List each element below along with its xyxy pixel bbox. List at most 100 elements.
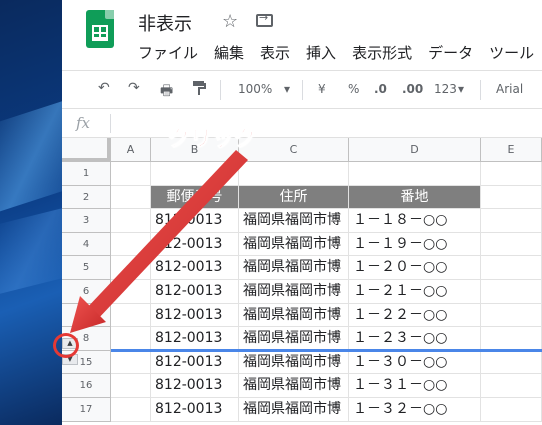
desktop-light-beam <box>0 92 62 218</box>
font-select[interactable]: Arial <box>496 82 523 96</box>
table-cell[interactable] <box>481 398 542 422</box>
table-cell[interactable] <box>481 374 542 398</box>
table-cell[interactable]: 福岡県福岡市博 <box>239 209 349 233</box>
increase-decimal-button[interactable]: .00 <box>402 82 423 96</box>
row-header[interactable]: 16 <box>62 374 111 398</box>
menu-format[interactable]: 表示形式 <box>352 42 412 63</box>
toolbar: ↶ ↷ 🖶 100% ▾ ¥ % .0 .00 123 ▾ Arial <box>62 70 542 108</box>
currency-button[interactable]: ¥ <box>318 82 326 96</box>
table-cell[interactable] <box>481 327 542 351</box>
table-cell[interactable] <box>111 280 151 304</box>
table-cell[interactable]: 福岡県福岡市博 <box>239 280 349 304</box>
table-cell[interactable] <box>481 209 542 233</box>
table-cell[interactable] <box>111 232 151 257</box>
table-cell[interactable]: 福岡県福岡市博 <box>239 327 349 351</box>
menu-tools[interactable]: ツール <box>489 42 534 63</box>
title-bar: 非表示 ☆ ファイル 編集 表示 挿入 表示形式 データ ツール <box>62 0 542 70</box>
table-cell[interactable] <box>111 374 151 398</box>
table-cell[interactable]: １－３２－○○ <box>349 398 481 422</box>
table-cell[interactable]: 812-0013 <box>151 280 239 304</box>
table-cell[interactable]: １－１８－○○ <box>349 209 481 233</box>
table-cell[interactable] <box>349 162 481 186</box>
table-cell[interactable]: １－２２－○○ <box>349 303 481 328</box>
table-cell[interactable] <box>111 327 151 351</box>
sheet-grid: A B C D E 1 2 郵便番号 住所 番地 3 812-0013 福岡県福岡市博 １－１８… <box>62 138 542 425</box>
table-cell[interactable]: １－３１－○○ <box>349 374 481 398</box>
row-header[interactable]: 7 <box>62 303 111 328</box>
table-cell[interactable] <box>111 209 151 233</box>
table-cell[interactable]: 福岡県福岡市博 <box>239 350 349 375</box>
row-header[interactable]: 6 <box>62 280 111 304</box>
paint-format-icon[interactable] <box>192 80 206 100</box>
sheets-logo-icon[interactable] <box>86 10 114 48</box>
table-header-cell[interactable] <box>111 185 151 210</box>
table-cell[interactable] <box>481 185 542 210</box>
table-cell[interactable] <box>111 162 151 186</box>
zoom-select[interactable]: 100% <box>238 82 272 96</box>
more-formats-button[interactable]: 123 <box>434 82 457 96</box>
table-cell[interactable]: １－２３－○○ <box>349 327 481 351</box>
document-title[interactable]: 非表示 <box>138 10 192 36</box>
column-header-a[interactable]: A <box>111 138 151 162</box>
table-cell[interactable] <box>111 256 151 280</box>
menu-view[interactable]: 表示 <box>260 42 290 63</box>
table-cell[interactable] <box>481 303 542 328</box>
column-header-e[interactable]: E <box>481 138 542 162</box>
table-cell[interactable] <box>111 350 151 375</box>
row-header[interactable]: 5 <box>62 256 111 280</box>
table-cell[interactable]: 福岡県福岡市博 <box>239 398 349 422</box>
undo-icon[interactable]: ↶ <box>98 80 110 96</box>
move-to-folder-icon[interactable] <box>256 11 273 27</box>
table-cell[interactable]: 812-0013 <box>151 303 239 328</box>
chevron-down-icon[interactable]: ▾ <box>458 82 464 96</box>
select-all-corner[interactable] <box>62 138 111 162</box>
table-cell[interactable]: 福岡県福岡市博 <box>239 374 349 398</box>
table-header-cell[interactable]: 住所 <box>239 185 349 210</box>
table-cell[interactable]: 812-0013 <box>151 232 239 257</box>
decrease-decimal-button[interactable]: .0 <box>374 82 387 96</box>
table-cell[interactable]: １－２０－○○ <box>349 256 481 280</box>
menu-insert[interactable]: 挿入 <box>306 42 336 63</box>
table-cell[interactable] <box>481 162 542 186</box>
redo-icon[interactable]: ↷ <box>128 80 140 96</box>
click-target-highlight <box>53 333 79 358</box>
table-cell[interactable]: １－３０－○○ <box>349 350 481 375</box>
table-header-cell[interactable]: 郵便番号 <box>151 185 239 210</box>
table-cell[interactable]: 福岡県福岡市博 <box>239 232 349 257</box>
menu-edit[interactable]: 編集 <box>214 42 244 63</box>
print-icon[interactable]: 🖶 <box>160 80 173 104</box>
desktop-background <box>0 0 62 425</box>
row-header[interactable]: 4 <box>62 232 111 257</box>
table-cell[interactable] <box>481 350 542 375</box>
table-cell[interactable]: 812-0013 <box>151 209 239 233</box>
column-header-d[interactable]: D <box>349 138 481 162</box>
table-cell[interactable]: 812-0013 <box>151 374 239 398</box>
table-cell[interactable] <box>239 162 349 186</box>
table-cell[interactable]: 福岡県福岡市博 <box>239 256 349 280</box>
table-cell[interactable] <box>481 256 542 280</box>
table-cell[interactable]: 福岡県福岡市博 <box>239 303 349 328</box>
chevron-down-icon[interactable]: ▾ <box>284 82 290 96</box>
table-cell[interactable] <box>481 232 542 257</box>
table-cell[interactable] <box>151 162 239 186</box>
row-header[interactable]: 3 <box>62 209 111 233</box>
table-cell[interactable]: 812-0013 <box>151 350 239 375</box>
row-header[interactable]: 2 <box>62 185 111 210</box>
table-cell[interactable] <box>111 398 151 422</box>
table-cell[interactable] <box>111 303 151 328</box>
menu-data[interactable]: データ <box>428 42 473 63</box>
row-header[interactable]: 1 <box>62 162 111 186</box>
table-cell[interactable]: 812-0013 <box>151 256 239 280</box>
table-header-cell[interactable]: 番地 <box>349 185 481 210</box>
click-callout-label: クリック <box>167 127 257 153</box>
star-icon[interactable]: ☆ <box>222 11 238 32</box>
menu-file[interactable]: ファイル <box>138 42 198 63</box>
row-header[interactable]: 17 <box>62 398 111 422</box>
table-cell[interactable]: １－２１－○○ <box>349 280 481 304</box>
percent-button[interactable]: % <box>348 82 359 96</box>
table-cell[interactable]: １－１９－○○ <box>349 232 481 257</box>
table-cell[interactable]: 812-0013 <box>151 398 239 422</box>
table-cell[interactable]: 812-0013 <box>151 327 239 351</box>
table-cell[interactable] <box>481 280 542 304</box>
formula-bar: fx <box>62 108 542 138</box>
